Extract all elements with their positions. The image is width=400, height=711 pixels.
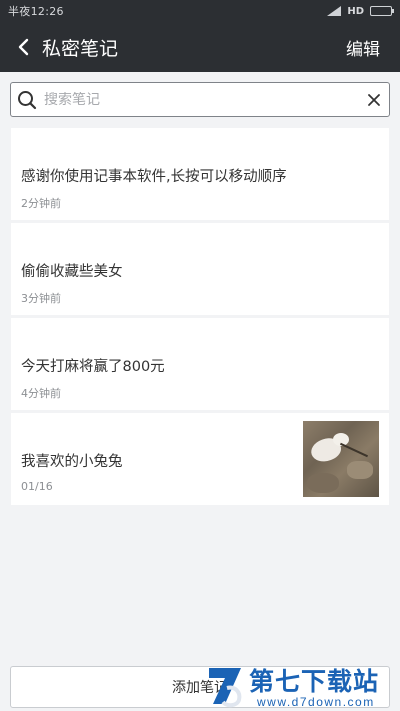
note-item[interactable]: 今天打麻将赢了800元 4分钟前	[11, 318, 389, 410]
search-input[interactable]	[44, 91, 367, 108]
note-thumbnail	[303, 421, 379, 497]
note-item[interactable]: 偷偷收藏些美女 3分钟前	[11, 223, 389, 315]
note-item[interactable]: 感谢你使用记事本软件,长按可以移动顺序 2分钟前	[11, 128, 389, 220]
note-time: 01/16	[21, 480, 53, 493]
status-bar: 半夜12:26 HD	[0, 0, 400, 22]
network-label: HD	[347, 5, 364, 17]
page-title: 私密笔记	[42, 37, 119, 60]
battery-icon	[370, 6, 394, 16]
add-note-button[interactable]: 添加笔记	[10, 666, 390, 708]
note-item[interactable]: 我喜欢的小兔兔 01/16	[11, 413, 389, 505]
add-note-label: 添加笔记	[172, 680, 228, 696]
search-bar[interactable]	[10, 82, 390, 117]
note-title: 今天打麻将赢了800元	[21, 359, 165, 375]
app-header: 私密笔记 编辑	[0, 22, 400, 72]
status-time: 半夜12:26	[8, 5, 64, 18]
back-icon	[18, 38, 29, 56]
back-button[interactable]	[4, 22, 42, 72]
search-icon	[18, 90, 37, 109]
signal-icon	[327, 6, 342, 16]
note-title: 偷偷收藏些美女	[21, 264, 123, 280]
notes-list: 感谢你使用记事本软件,长按可以移动顺序 2分钟前 偷偷收藏些美女 3分钟前 今天…	[11, 128, 389, 508]
status-icons: HD	[327, 5, 394, 17]
note-time: 2分钟前	[21, 197, 61, 210]
note-title: 我喜欢的小兔兔	[21, 454, 123, 470]
note-time: 3分钟前	[21, 292, 61, 305]
edit-button[interactable]: 编辑	[346, 35, 380, 60]
bottom-bar: 添加笔记	[0, 660, 400, 711]
note-time: 4分钟前	[21, 387, 61, 400]
note-title: 感谢你使用记事本软件,长按可以移动顺序	[21, 169, 287, 185]
clear-icon[interactable]	[367, 93, 381, 107]
